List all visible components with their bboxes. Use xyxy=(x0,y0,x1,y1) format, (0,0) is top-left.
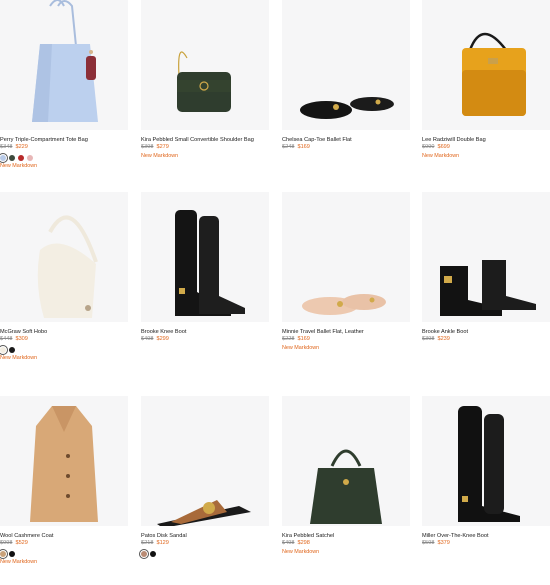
markdown-badge: New Markdown xyxy=(422,153,460,159)
product-price: $448 $309 xyxy=(0,336,128,343)
color-swatch[interactable] xyxy=(18,154,24,161)
product-image[interactable] xyxy=(141,192,269,322)
product-card-perry-tote[interactable]: Perry Triple-Compartment Tote Bag $348 $2… xyxy=(0,0,128,170)
original-price: $228 xyxy=(282,336,295,342)
product-image[interactable] xyxy=(282,396,410,526)
product-card-kira-shoulder-bag[interactable]: Kira Pebbled Small Convertible Shoulder … xyxy=(141,0,269,160)
product-image[interactable] xyxy=(422,396,550,526)
original-price: $398 xyxy=(141,144,154,150)
product-price: $998 $529 xyxy=(0,540,128,547)
product-card-brooke-ankle-boot[interactable]: Brooke Ankle Boot $398 $239 xyxy=(422,192,550,343)
product-card-brooke-knee-boot[interactable]: Brooke Knee Boot $498 $299 xyxy=(141,192,269,343)
product-price: $498 $299 xyxy=(141,336,269,343)
product-price: $228 $169 xyxy=(282,336,410,343)
color-swatch[interactable] xyxy=(9,346,15,353)
original-price: $598 xyxy=(422,540,435,546)
product-name[interactable]: Brooke Ankle Boot xyxy=(422,329,550,336)
product-card-lee-radziwill[interactable]: Lee Radziwill Double Bag $990 $699 New Ma… xyxy=(422,0,550,160)
sale-price: $129 xyxy=(156,540,169,546)
product-card-chelsea-flat[interactable]: Chelsea Cap-Toe Ballet Flat $248 $169 xyxy=(282,0,410,151)
product-name[interactable]: Wool Cashmere Coat xyxy=(0,533,128,540)
markdown-badge: New Markdown xyxy=(0,559,38,565)
product-name[interactable]: Perry Triple-Compartment Tote Bag xyxy=(0,137,128,144)
product-price: $990 $699 xyxy=(422,144,550,151)
sale-price: $169 xyxy=(297,144,310,150)
sale-price: $379 xyxy=(437,540,450,546)
markdown-badge: New Markdown xyxy=(282,345,320,351)
product-image[interactable] xyxy=(141,0,269,130)
product-grid: Perry Triple-Compartment Tote Bag $348 $2… xyxy=(0,0,550,585)
original-price: $448 xyxy=(0,336,13,342)
product-card-minnie-flat[interactable]: Minnie Travel Ballet Flat, Leather $228 $… xyxy=(282,192,410,352)
product-price: $348 $229 xyxy=(0,144,128,151)
product-price: $398 $279 xyxy=(141,144,269,151)
product-name[interactable]: Lee Radziwill Double Bag xyxy=(422,137,550,144)
color-swatch[interactable] xyxy=(0,344,8,355)
original-price: $398 xyxy=(422,336,435,342)
color-swatch[interactable] xyxy=(9,154,15,161)
product-name[interactable]: Minnie Travel Ballet Flat, Leather xyxy=(282,329,410,336)
original-price: $498 xyxy=(282,540,295,546)
product-price: $248 $169 xyxy=(282,144,410,151)
product-name[interactable]: Brooke Knee Boot xyxy=(141,329,269,336)
product-price: $598 $379 xyxy=(422,540,550,547)
sale-price: $169 xyxy=(297,336,310,342)
sale-price: $298 xyxy=(297,540,310,546)
product-image[interactable] xyxy=(0,0,128,130)
product-price: $218 $129 xyxy=(141,540,269,547)
color-swatch[interactable] xyxy=(9,550,15,557)
product-name[interactable]: Kira Pebbled Satchel xyxy=(282,533,410,540)
product-image[interactable] xyxy=(282,0,410,130)
product-card-kira-satchel[interactable]: Kira Pebbled Satchel $498 $298 New Markdo… xyxy=(282,396,410,556)
color-swatches xyxy=(0,152,128,163)
color-swatch[interactable] xyxy=(0,548,8,559)
original-price: $990 xyxy=(422,144,435,150)
sale-price: $279 xyxy=(156,144,169,150)
original-price: $248 xyxy=(282,144,295,150)
product-price: $498 $298 xyxy=(282,540,410,547)
color-swatch[interactable] xyxy=(27,154,33,161)
color-swatches xyxy=(139,548,269,559)
product-image[interactable] xyxy=(0,396,128,526)
sale-price: $529 xyxy=(15,540,28,546)
product-card-patos-sandal[interactable]: Patos Disk Sandal $218 $129 xyxy=(139,396,269,559)
product-name[interactable]: Patos Disk Sandal xyxy=(141,533,269,540)
sale-price: $239 xyxy=(437,336,450,342)
product-image[interactable] xyxy=(422,192,550,322)
color-swatch[interactable] xyxy=(139,548,149,559)
sale-price: $699 xyxy=(437,144,450,150)
product-name[interactable]: Chelsea Cap-Toe Ballet Flat xyxy=(282,137,410,144)
product-name[interactable]: Kira Pebbled Small Convertible Shoulder … xyxy=(141,137,269,144)
color-swatch[interactable] xyxy=(0,152,8,163)
product-price: $398 $239 xyxy=(422,336,550,343)
sale-price: $309 xyxy=(15,336,28,342)
original-price: $498 xyxy=(141,336,154,342)
product-image[interactable] xyxy=(141,396,269,526)
original-price: $348 xyxy=(0,144,13,150)
product-image[interactable] xyxy=(422,0,550,130)
markdown-badge: New Markdown xyxy=(282,549,320,555)
product-image[interactable] xyxy=(282,192,410,322)
color-swatch[interactable] xyxy=(150,550,156,557)
sale-price: $229 xyxy=(15,144,28,150)
product-card-mcgraw-hobo[interactable]: McGraw Soft Hobo $448 $309 New Markdown xyxy=(0,192,128,362)
product-card-miller-boot[interactable]: Miller Over-The-Knee Boot $598 $379 xyxy=(422,396,550,547)
product-name[interactable]: Miller Over-The-Knee Boot xyxy=(422,533,550,540)
original-price: $998 xyxy=(0,540,13,546)
color-swatches xyxy=(0,548,128,559)
color-swatches xyxy=(0,344,128,355)
original-price: $218 xyxy=(141,540,154,546)
markdown-badge: New Markdown xyxy=(0,163,38,169)
markdown-badge: New Markdown xyxy=(141,153,179,159)
product-image[interactable] xyxy=(0,192,128,322)
markdown-badge: New Markdown xyxy=(0,355,38,361)
sale-price: $299 xyxy=(156,336,169,342)
product-name[interactable]: McGraw Soft Hobo xyxy=(0,329,128,336)
product-card-wool-coat[interactable]: Wool Cashmere Coat $998 $529 New Markdown xyxy=(0,396,128,566)
